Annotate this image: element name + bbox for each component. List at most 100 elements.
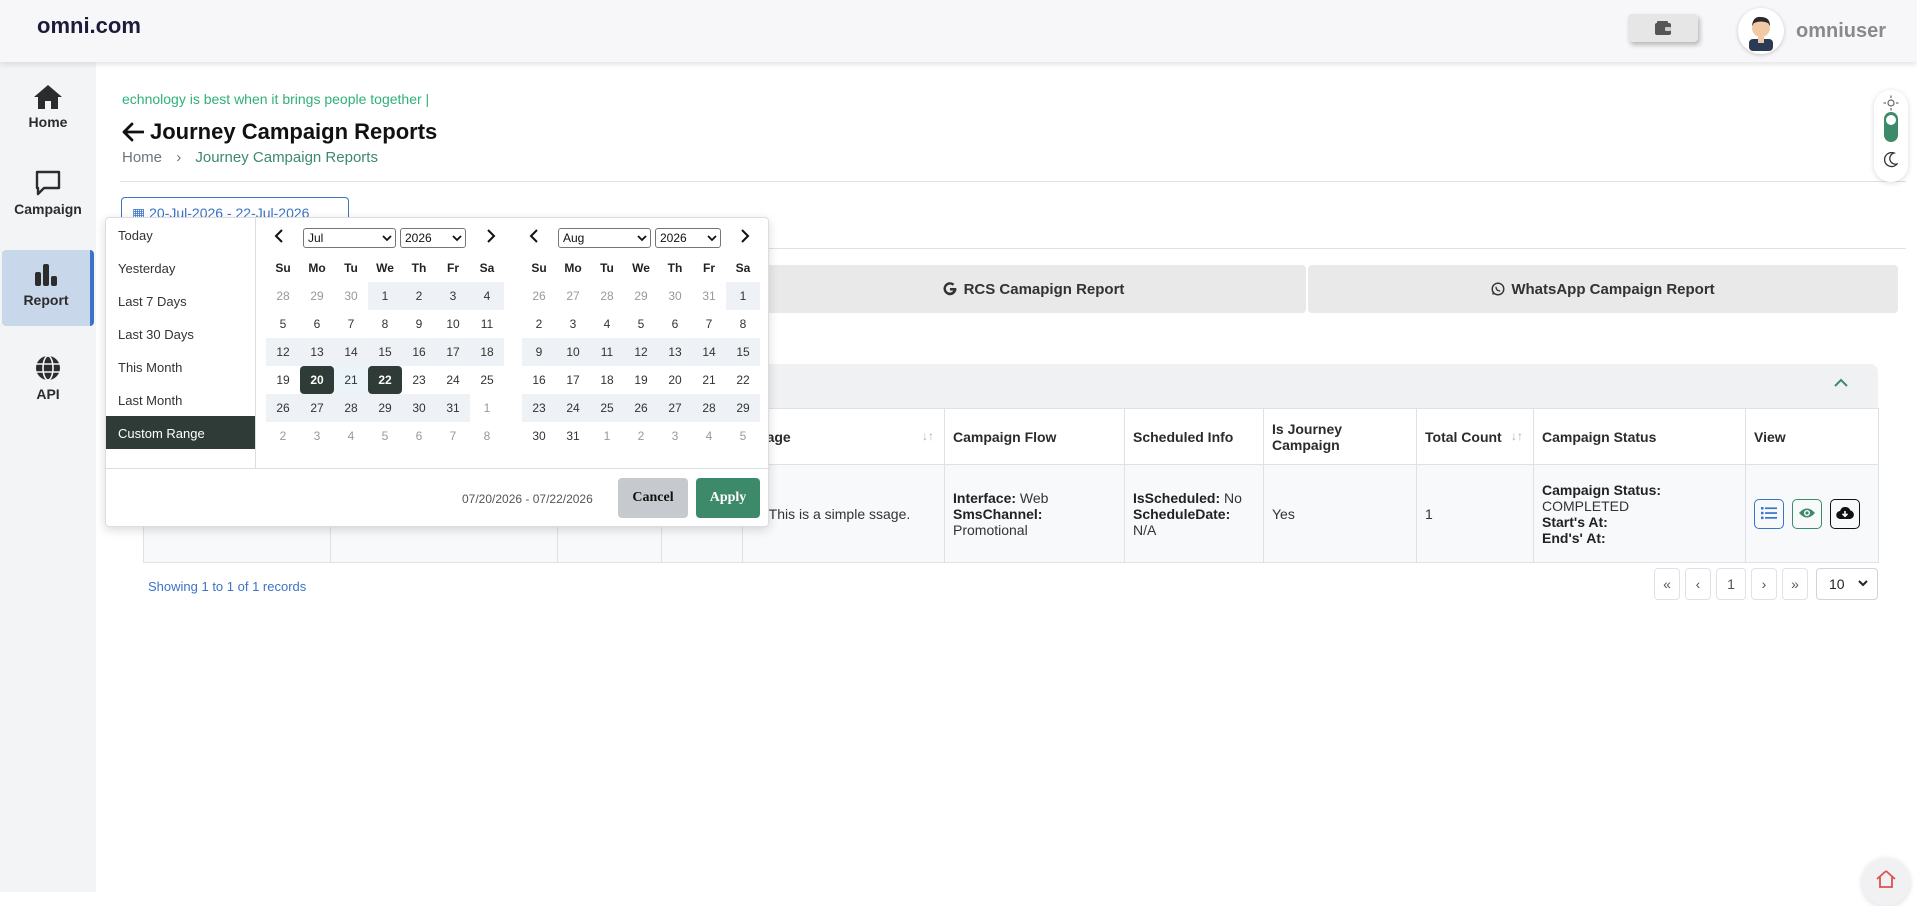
calendar-day[interactable]: 20: [300, 366, 334, 394]
theme-switch-knob[interactable]: [1884, 112, 1898, 142]
calendar-day[interactable]: 16: [522, 366, 556, 394]
wallet-button[interactable]: [1628, 14, 1698, 42]
calendar-day[interactable]: 23: [402, 366, 436, 394]
calendar-day[interactable]: 31: [556, 422, 590, 450]
calendar-day[interactable]: 1: [590, 422, 624, 450]
back-arrow-icon[interactable]: [122, 122, 144, 142]
view-button[interactable]: [1792, 498, 1822, 529]
calendar-day[interactable]: 12: [266, 338, 300, 366]
calendar-day[interactable]: 24: [436, 366, 470, 394]
calendar-day[interactable]: 4: [470, 282, 504, 310]
range-last-month[interactable]: Last Month: [106, 383, 255, 416]
calendar-day[interactable]: 29: [726, 394, 760, 422]
calendar-day[interactable]: 30: [334, 282, 368, 310]
calendar-day[interactable]: 19: [266, 366, 300, 394]
calendar-day[interactable]: 11: [590, 338, 624, 366]
calendar-day[interactable]: 4: [692, 422, 726, 450]
next-month-icon[interactable]: [486, 229, 496, 248]
list-details-button[interactable]: [1754, 498, 1784, 529]
month-select[interactable]: Jul: [303, 228, 396, 248]
calendar-day[interactable]: 13: [300, 338, 334, 366]
calendar-day[interactable]: 9: [402, 310, 436, 338]
calendar-day[interactable]: 10: [556, 338, 590, 366]
calendar-day[interactable]: 29: [300, 282, 334, 310]
range-today[interactable]: Today: [106, 218, 255, 251]
range-last-7-days[interactable]: Last 7 Days: [106, 284, 255, 317]
page-last-button[interactable]: »: [1782, 568, 1808, 600]
calendar-day[interactable]: 3: [300, 422, 334, 450]
calendar-day[interactable]: 20: [658, 366, 692, 394]
calendar-day[interactable]: 31: [692, 282, 726, 310]
calendar-day[interactable]: 7: [436, 422, 470, 450]
download-button[interactable]: [1830, 498, 1860, 529]
calendar-day[interactable]: 28: [590, 282, 624, 310]
calendar-day[interactable]: 28: [692, 394, 726, 422]
col-header-total-count[interactable]: Total Count ↓↑: [1416, 408, 1534, 465]
page-first-button[interactable]: «: [1654, 568, 1680, 600]
calendar-day[interactable]: 10: [436, 310, 470, 338]
calendar-day[interactable]: 14: [334, 338, 368, 366]
sidebar-item-campaign[interactable]: Campaign: [2, 157, 94, 233]
calendar-day[interactable]: 1: [470, 394, 504, 422]
brand-logo[interactable]: omni.com: [37, 13, 141, 39]
sort-icon[interactable]: ↓↑: [1511, 429, 1523, 443]
calendar-day[interactable]: 9: [522, 338, 556, 366]
calendar-day[interactable]: 21: [334, 366, 368, 394]
calendar-day[interactable]: 1: [368, 282, 402, 310]
year-select[interactable]: 2026: [655, 228, 721, 248]
calendar-day[interactable]: 30: [658, 282, 692, 310]
chevron-up-icon[interactable]: [1834, 378, 1848, 388]
calendar-day[interactable]: 12: [624, 338, 658, 366]
tab-whatsapp-report[interactable]: WhatsApp Campaign Report: [1308, 265, 1898, 313]
sidebar-item-home[interactable]: Home: [2, 72, 94, 148]
calendar-day[interactable]: 6: [402, 422, 436, 450]
calendar-day[interactable]: 26: [624, 394, 658, 422]
range-last-30-days[interactable]: Last 30 Days: [106, 317, 255, 350]
apply-button[interactable]: Apply: [696, 478, 760, 518]
sort-icon[interactable]: ↓↑: [922, 429, 934, 443]
calendar-day[interactable]: 2: [522, 310, 556, 338]
tab-rcs-report[interactable]: RCS Camapign Report: [760, 265, 1306, 313]
calendar-day[interactable]: 3: [436, 282, 470, 310]
calendar-day[interactable]: 23: [522, 394, 556, 422]
calendar-day[interactable]: 28: [334, 394, 368, 422]
prev-month-icon[interactable]: [274, 229, 284, 246]
calendar-day[interactable]: 27: [556, 282, 590, 310]
sidebar-item-api[interactable]: API: [2, 342, 94, 418]
month-select[interactable]: Aug: [558, 228, 651, 248]
calendar-day[interactable]: 27: [300, 394, 334, 422]
range-custom[interactable]: Custom Range: [106, 416, 255, 449]
calendar-day[interactable]: 2: [402, 282, 436, 310]
calendar-day[interactable]: 3: [658, 422, 692, 450]
breadcrumb-home[interactable]: Home: [122, 149, 162, 166]
calendar-day[interactable]: 21: [692, 366, 726, 394]
calendar-day[interactable]: 25: [470, 366, 504, 394]
calendar-day[interactable]: 7: [334, 310, 368, 338]
calendar-day[interactable]: 2: [624, 422, 658, 450]
calendar-day[interactable]: 8: [726, 310, 760, 338]
calendar-day[interactable]: 29: [368, 394, 402, 422]
calendar-day[interactable]: 29: [624, 282, 658, 310]
calendar-day[interactable]: 11: [470, 310, 504, 338]
calendar-day[interactable]: 17: [556, 366, 590, 394]
calendar-day[interactable]: 19: [624, 366, 658, 394]
calendar-day[interactable]: 30: [402, 394, 436, 422]
calendar-day[interactable]: 6: [658, 310, 692, 338]
calendar-day[interactable]: 28: [266, 282, 300, 310]
calendar-day[interactable]: 5: [368, 422, 402, 450]
calendar-day[interactable]: 14: [692, 338, 726, 366]
calendar-day[interactable]: 27: [658, 394, 692, 422]
per-page-select[interactable]: 10: [1816, 568, 1878, 600]
calendar-day[interactable]: 8: [470, 422, 504, 450]
page-next-button[interactable]: ›: [1751, 568, 1777, 600]
theme-toggle[interactable]: [1874, 90, 1908, 182]
cancel-button[interactable]: Cancel: [618, 478, 688, 518]
calendar-day[interactable]: 2: [266, 422, 300, 450]
user-menu[interactable]: omniuser: [1738, 8, 1886, 54]
calendar-day[interactable]: 22: [368, 366, 402, 394]
calendar-day[interactable]: 22: [726, 366, 760, 394]
range-this-month[interactable]: This Month: [106, 350, 255, 383]
col-header-message[interactable]: ssage ↓↑: [742, 408, 945, 465]
calendar-day[interactable]: 16: [402, 338, 436, 366]
calendar-day[interactable]: 25: [590, 394, 624, 422]
